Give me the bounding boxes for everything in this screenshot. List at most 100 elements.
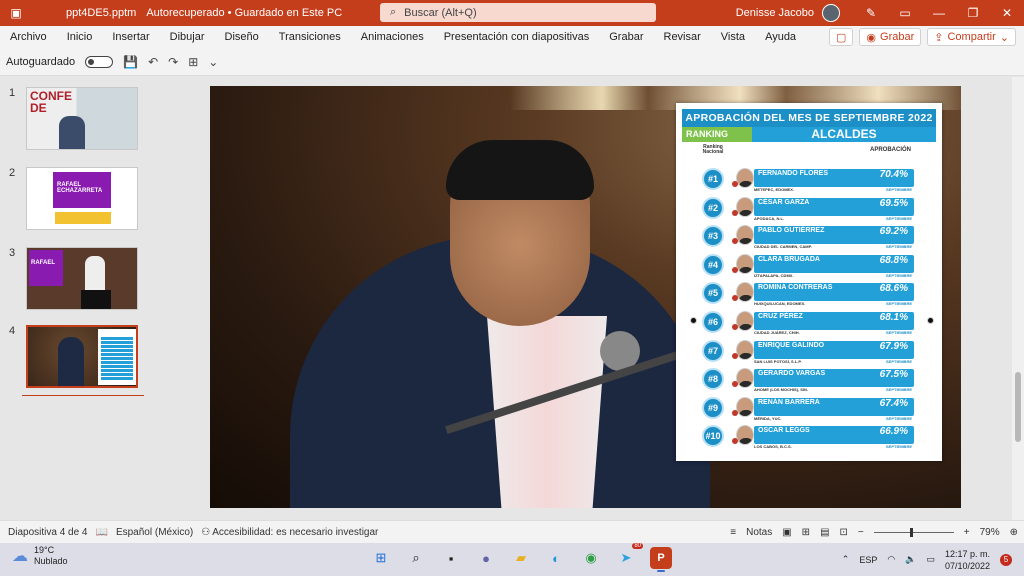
selection-handle-right[interactable] — [927, 317, 934, 324]
tab-presentacion[interactable]: Presentación con diapositivas — [434, 26, 600, 48]
chrome-icon[interactable]: ◉ — [580, 547, 602, 569]
task-view-icon[interactable]: ▪ — [440, 547, 462, 569]
redo-icon[interactable]: ↷ — [168, 55, 178, 69]
selection-handle-left[interactable] — [690, 317, 697, 324]
notification-badge[interactable]: 5 — [1000, 553, 1012, 566]
volume-icon[interactable]: 🔈 — [905, 554, 916, 565]
slideshow-icon[interactable]: ⊡ — [840, 527, 848, 538]
slide-thumbnail-1[interactable]: CONFE DE — [26, 87, 138, 150]
party-logo-icon — [732, 238, 738, 245]
autosave-toggle[interactable] — [85, 55, 114, 68]
accessibility-icon[interactable]: ⚇ — [201, 527, 210, 538]
rank-badge: #8 — [702, 368, 724, 391]
col-rank-label: Ranking Nacional — [702, 144, 724, 155]
approval-pct: 68.8% — [879, 254, 908, 266]
slide-sorter-icon[interactable]: ⊞ — [802, 527, 810, 538]
telegram-icon[interactable]: ➤ 80 — [615, 543, 643, 569]
save-icon[interactable]: 💾 — [123, 55, 138, 69]
mayor-photo — [736, 282, 754, 303]
scroll-thumb[interactable] — [1015, 372, 1021, 442]
vertical-scrollbar[interactable] — [1012, 77, 1024, 520]
tab-dibujar[interactable]: Dibujar — [160, 26, 215, 48]
mayor-photo — [736, 368, 754, 389]
tab-diseno[interactable]: Diseño — [215, 26, 269, 48]
battery-icon[interactable]: ▭ — [926, 554, 935, 565]
tab-insertar[interactable]: Insertar — [102, 26, 159, 48]
tab-vista[interactable]: Vista — [711, 26, 755, 48]
avatar[interactable] — [822, 4, 840, 22]
zoom-slider[interactable] — [873, 528, 954, 537]
input-language[interactable]: ESP — [859, 555, 877, 565]
record-button[interactable]: ◉ Grabar — [859, 28, 922, 46]
mayor-photo — [736, 253, 754, 274]
mayor-name: GERARDO VARGAS — [758, 370, 826, 378]
approval-bar: GERARDO VARGAS 67.5% — [754, 369, 914, 388]
tab-ayuda[interactable]: Ayuda — [755, 26, 806, 48]
slide-canvas[interactable]: APROBACIÓN DEL MES DE SEPTIEMBRE 2022 RA… — [210, 86, 961, 508]
tab-transiciones[interactable]: Transiciones — [269, 26, 351, 48]
close-button[interactable]: ✕ — [990, 0, 1024, 26]
file-explorer-icon[interactable]: ▰ — [510, 547, 532, 569]
fit-slide-icon[interactable]: ⊕ — [1010, 527, 1018, 538]
share-icon: ⇪ — [934, 31, 944, 44]
slide-thumbnail-3[interactable]: RAFAEL — [26, 247, 138, 310]
restore-button[interactable]: ❐ — [956, 0, 990, 26]
wifi-icon[interactable]: ◠ — [887, 554, 895, 565]
mayor-place: IZTAPALAPA, CDMX. — [754, 272, 794, 278]
slide-thumbnail-4[interactable] — [26, 325, 138, 388]
ribbon-display-icon[interactable]: ▭ — [888, 0, 922, 26]
pen-icon[interactable]: ✎ — [854, 0, 888, 26]
minimize-button[interactable]: — — [922, 0, 956, 26]
thumb-number: 3 — [9, 247, 16, 259]
notes-button[interactable]: Notas — [746, 527, 772, 538]
tab-animaciones[interactable]: Animaciones — [351, 26, 434, 48]
ranking-row: #8 GERARDO VARGAS 67.5% AHOME (LOS MOCHIS),… — [698, 365, 920, 392]
rank-badge: #5 — [702, 282, 724, 305]
approval-bar: CRUZ PÉREZ 68.1% — [754, 312, 914, 330]
accessibility-status[interactable]: Accesibilidad: es necesario investigar — [212, 527, 378, 538]
thumb-number: 2 — [9, 167, 16, 179]
tab-grabar[interactable]: Grabar — [599, 26, 653, 48]
ranking-row: #3 PABLO GUTIÉRREZ 69.2% CIUDAD DEL CARMEN,… — [698, 222, 920, 249]
mayor-place: MÉRIDA, YUC. — [754, 415, 782, 421]
share-button[interactable]: ⇪ Compartir ⌄ — [927, 28, 1016, 46]
comments-button[interactable]: ▢ — [829, 28, 854, 46]
chevron-up-icon[interactable]: ⌃ — [842, 554, 850, 565]
month-tag: SEPTIEMBRE — [886, 358, 913, 364]
normal-view-icon[interactable]: ▣ — [782, 527, 791, 538]
ranking-row: #9 RENÁN BARRERA 67.4% MÉRIDA, YUC. SEPTIEMB… — [698, 394, 920, 421]
user-name[interactable]: Denisse Jacobo — [736, 7, 814, 19]
zoom-out-button[interactable]: − — [858, 527, 864, 538]
zoom-level[interactable]: 79% — [980, 527, 1000, 538]
tab-inicio[interactable]: Inicio — [57, 26, 103, 48]
edge-icon[interactable]: ◐ — [545, 547, 567, 569]
teams-icon[interactable]: ● — [475, 547, 497, 569]
customize-qat-icon[interactable]: ⌄ — [208, 55, 218, 69]
spellcheck-icon[interactable]: 📖 — [96, 527, 108, 538]
weather-desc: Nublado — [34, 556, 68, 566]
search-box[interactable]: ⌕ Buscar (Alt+Q) — [380, 3, 656, 22]
search-icon[interactable]: ⌕ — [405, 547, 427, 569]
clock[interactable]: 12:17 p. m. 07/10/2022 — [945, 548, 990, 572]
mayor-place: APODACA, N.L. — [754, 215, 784, 221]
language-indicator[interactable]: Español (México) — [116, 527, 193, 538]
tab-revisar[interactable]: Revisar — [654, 26, 711, 48]
tab-archivo[interactable]: Archivo — [0, 26, 57, 48]
slide-indicator[interactable]: Diapositiva 4 de 4 — [8, 527, 88, 538]
reading-view-icon[interactable]: ▤ — [820, 527, 829, 538]
clock-time: 12:17 p. m. — [944, 548, 990, 559]
zoom-in-button[interactable]: + — [964, 527, 970, 538]
present-icon[interactable]: ⊞ — [188, 55, 198, 69]
approval-pct: 67.9% — [879, 340, 908, 352]
notes-icon[interactable]: ≡ — [730, 527, 736, 538]
slide-thumbnail-2[interactable]: RAFAEL ECHAZARRETA — [26, 167, 138, 230]
weather-widget[interactable]: ☁ 19°C Nublado — [12, 545, 68, 567]
telegram-badge: 80 — [632, 543, 643, 549]
cloud-icon: ☁ — [12, 548, 28, 565]
save-status[interactable]: Autorecuperado • Guardado en Este PC — [146, 7, 342, 19]
party-logo-icon — [732, 352, 738, 359]
mayor-place: CIUDAD JUÁREZ, CHIH. — [754, 330, 800, 335]
start-icon[interactable]: ⊞ — [370, 547, 392, 569]
undo-icon[interactable]: ↶ — [148, 55, 158, 69]
powerpoint-taskbar-icon[interactable]: P — [650, 547, 672, 572]
